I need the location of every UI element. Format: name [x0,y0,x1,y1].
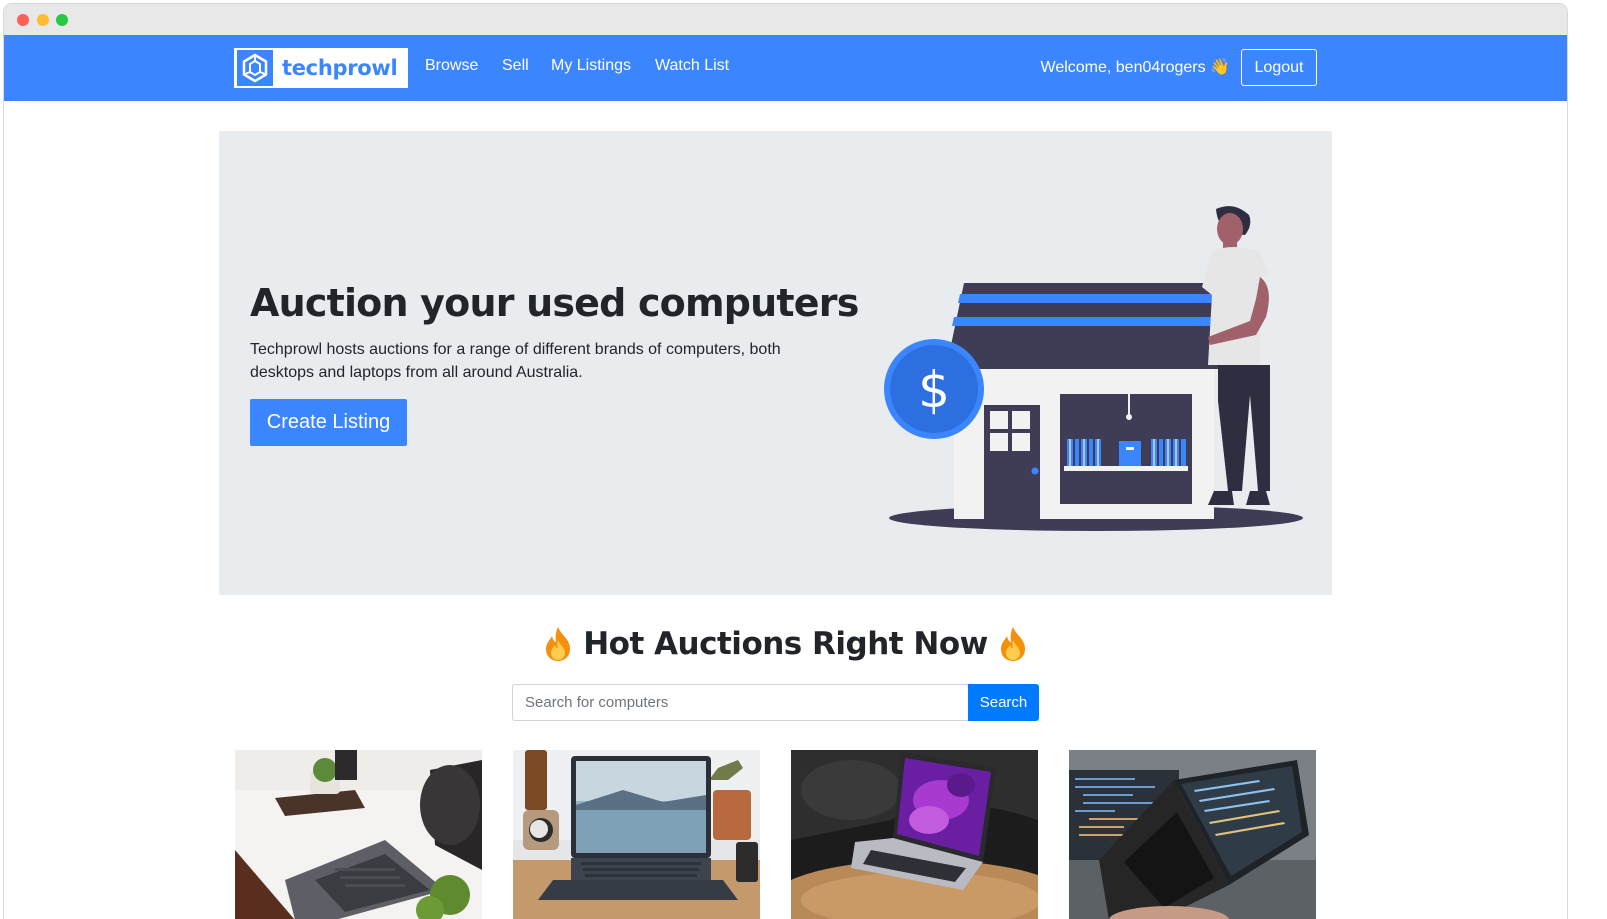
listing-card-image[interactable] [1069,750,1316,919]
storefront-illustration: $ [884,206,1303,531]
listing-cards [4,750,1567,919]
nav-sell-link[interactable]: Sell [502,57,529,75]
close-window-button[interactable] [17,14,29,26]
nav-my-listings-link[interactable]: My Listings [551,57,631,75]
hot-auctions-title: Hot Auctions Right Now [583,626,988,662]
fire-icon [1000,627,1025,661]
title-bar [4,4,1567,35]
brand-logo-link[interactable]: techprowl [234,48,408,88]
welcome-message: Welcome, ben04rogers 👋 [1040,59,1231,76]
brand-name: techprowl [282,56,398,80]
hot-auctions-heading: Hot Auctions Right Now [4,626,1567,662]
laptop-desk-white-photo [235,750,482,919]
techprowl-logo-icon [237,50,273,86]
minimize-window-button[interactable] [37,14,49,26]
logout-button[interactable]: Logout [1241,49,1317,86]
hero-jumbotron: Auction your used computers Techprowl ho… [219,131,1332,595]
hero-title: Auction your used computers [250,281,859,325]
browser-window: techprowl Browse Sell My Listings Watch … [4,4,1567,919]
laptop-lake-wallpaper-photo [513,750,760,919]
laptop-code-screen-photo [1069,750,1316,919]
create-listing-button[interactable]: Create Listing [250,399,407,446]
search-form: Search [512,684,1039,721]
listing-card-image[interactable] [791,750,1038,919]
search-input[interactable] [512,684,968,721]
macbook-purple-wallpaper-photo [791,750,1038,919]
listing-card-image[interactable] [235,750,482,919]
svg-text:$: $ [918,361,950,419]
listing-card-image[interactable] [513,750,760,919]
fire-icon [546,627,571,661]
navbar: techprowl Browse Sell My Listings Watch … [4,35,1567,101]
search-button[interactable]: Search [968,684,1039,721]
nav-browse-link[interactable]: Browse [425,57,478,75]
nav-watch-list-link[interactable]: Watch List [655,57,729,75]
maximize-window-button[interactable] [56,14,68,26]
hero-description: Techprowl hosts auctions for a range of … [250,341,781,381]
